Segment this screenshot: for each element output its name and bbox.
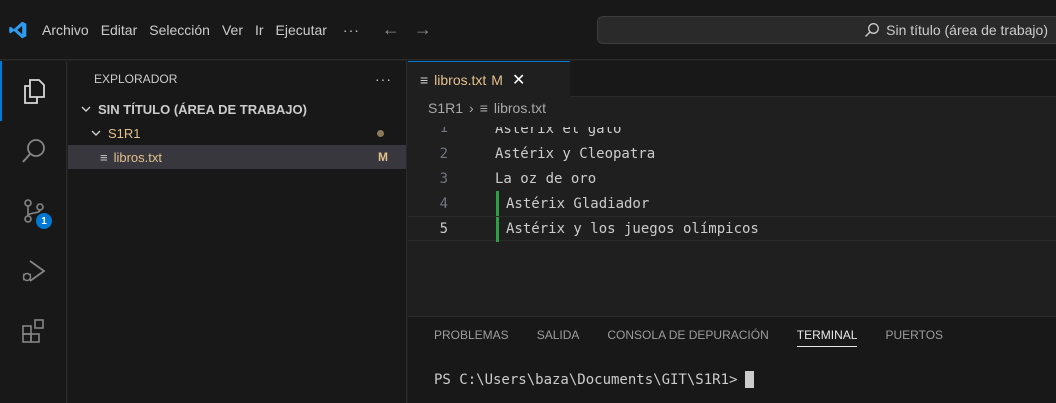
code-line: 3 La oz de oro — [408, 166, 1056, 191]
tab-label: libros.txt — [434, 71, 487, 88]
file-label: libros.txt — [113, 149, 162, 165]
folder-label: S1R1 — [108, 125, 141, 141]
code-line-current: 5 Astérix y los juegos olímpicos — [408, 216, 1056, 242]
bottom-panel: PROBLEMAS SALIDA CONSOLA DE DEPURACIÓN T… — [408, 316, 1056, 403]
line-number: 4 — [439, 195, 448, 212]
vscode-logo-icon[interactable] — [0, 0, 36, 60]
search-text: Sin título (área de trabajo) — [886, 22, 1048, 38]
explorer-icon[interactable] — [0, 61, 67, 121]
terminal-prompt: PS C:\Users\baza\Documents\GIT\S1R1> — [434, 371, 738, 388]
source-control-icon[interactable]: 1 — [0, 181, 67, 241]
tab-salida[interactable]: SALIDA — [537, 317, 580, 353]
tab-status-badge: M — [491, 71, 503, 88]
terminal[interactable]: PS C:\Users\baza\Documents\GIT\S1R1> — [434, 371, 755, 388]
breadcrumb-file[interactable]: libros.txt — [494, 100, 546, 116]
text-file-icon: ≡ — [479, 100, 488, 116]
menu-editar[interactable]: Editar — [95, 0, 144, 60]
run-debug-icon[interactable] — [0, 241, 67, 301]
code-line: 1 Asterix el galo — [408, 127, 1056, 141]
tab-consola-depuracion[interactable]: CONSOLA DE DEPURACIÓN — [607, 317, 768, 353]
search-icon[interactable] — [0, 121, 67, 181]
navigation-arrows: ← → — [382, 19, 432, 40]
line-text: La oz de oro — [495, 170, 597, 187]
added-line-marker — [496, 217, 499, 242]
chevron-right-icon: › — [469, 100, 474, 116]
title-bar: Archivo Editar Selección Ver Ir Ejecutar… — [0, 0, 1056, 60]
tab-terminal[interactable]: TERMINAL — [796, 317, 857, 353]
modified-dot-icon — [377, 129, 384, 137]
chevron-down-icon — [78, 103, 94, 115]
tab-libros[interactable]: ≡ libros.txt M ✕ — [408, 61, 570, 97]
breadcrumb-folder[interactable]: S1R1 — [428, 100, 463, 116]
explorer-sidebar: EXPLORADOR ··· SIN TÍTULO (ÁREA DE TRABA… — [68, 61, 407, 403]
line-text: Astérix y Cleopatra — [495, 145, 656, 162]
code-line: 4 Astérix Gladiador — [408, 191, 1056, 216]
breadcrumb: S1R1 › ≡ libros.txt — [408, 97, 1056, 119]
activity-bar: 1 — [0, 61, 67, 403]
arrow-right-icon[interactable]: → — [414, 19, 432, 40]
menu-ejecutar[interactable]: Ejecutar — [270, 0, 333, 60]
menu-seleccion[interactable]: Selección — [143, 0, 216, 60]
menu-ir[interactable]: Ir — [249, 0, 270, 60]
line-text: Astérix Gladiador — [506, 195, 650, 212]
folder-row[interactable]: S1R1 — [68, 121, 406, 145]
line-number: 2 — [439, 145, 448, 162]
arrow-left-icon[interactable]: ← — [382, 19, 400, 40]
menu-ver[interactable]: Ver — [216, 0, 249, 60]
line-number: 3 — [439, 170, 448, 187]
explorer-more-button[interactable]: ··· — [375, 71, 392, 87]
terminal-cursor — [745, 371, 755, 388]
tab-puertos[interactable]: PUERTOS — [885, 317, 943, 353]
line-number: 1 — [439, 127, 448, 136]
line-text: Astérix y los juegos olímpicos — [506, 220, 759, 237]
code-line: 2 Astérix y Cleopatra — [408, 141, 1056, 166]
file-status-badge: M — [378, 150, 388, 164]
line-text: Asterix el galo — [495, 127, 622, 137]
text-file-icon: ≡ — [100, 149, 108, 165]
tab-problemas[interactable]: PROBLEMAS — [434, 317, 509, 353]
code-editor[interactable]: 1 Asterix el galo 2 Astérix y Cleopatra … — [408, 127, 1056, 242]
panel-tabs: PROBLEMAS SALIDA CONSOLA DE DEPURACIÓN T… — [408, 317, 1056, 353]
added-line-marker — [496, 191, 499, 216]
menu-archivo[interactable]: Archivo — [36, 0, 95, 60]
file-row[interactable]: ≡ libros.txt M — [68, 145, 406, 169]
explorer-title: EXPLORADOR — [94, 72, 178, 86]
menu-more-button[interactable]: ··· — [333, 22, 370, 38]
extensions-icon[interactable] — [0, 301, 67, 361]
chevron-down-icon — [88, 127, 104, 139]
command-center-search[interactable]: Sin título (área de trabajo) — [597, 16, 1056, 44]
close-icon[interactable]: ✕ — [512, 70, 525, 90]
editor-tabs: ≡ libros.txt M ✕ — [408, 61, 1056, 97]
workspace-label: SIN TÍTULO (ÁREA DE TRABAJO) — [98, 101, 307, 117]
scm-badge: 1 — [36, 213, 52, 229]
explorer-header: EXPLORADOR ··· — [68, 61, 406, 97]
editor-area: ≡ libros.txt M ✕ S1R1 › ≡ libros.txt 1 A… — [408, 61, 1056, 315]
line-number: 5 — [439, 220, 448, 237]
workspace-row[interactable]: SIN TÍTULO (ÁREA DE TRABAJO) — [68, 97, 406, 121]
menu-bar: Archivo Editar Selección Ver Ir Ejecutar… — [36, 0, 370, 60]
text-file-icon: ≡ — [420, 71, 429, 88]
search-icon — [865, 23, 880, 37]
